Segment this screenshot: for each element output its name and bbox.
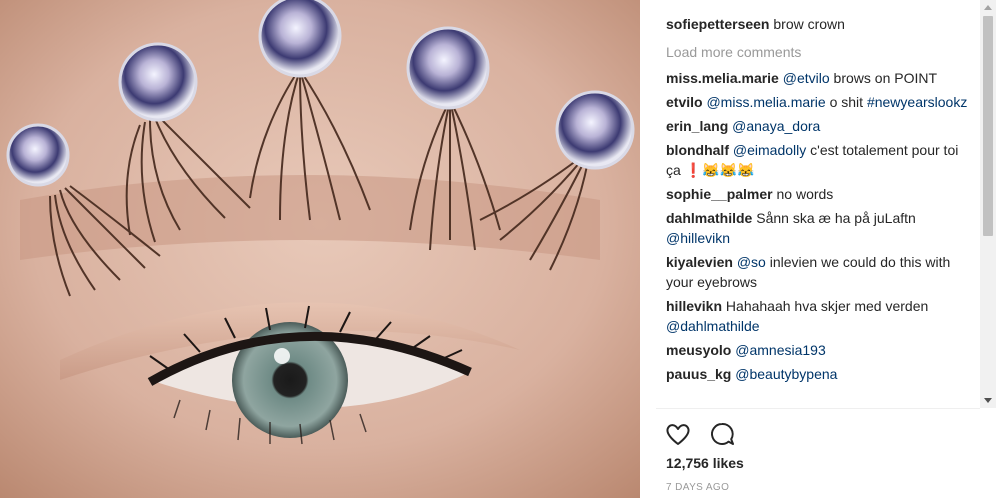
load-more-comments-link[interactable]: Load more comments xyxy=(666,42,975,62)
scroll-up-arrow-icon[interactable] xyxy=(984,5,992,10)
eye-brow-crown-image xyxy=(0,0,640,498)
comment-username[interactable]: hillevikn xyxy=(666,298,722,314)
comment-mention-link[interactable]: @so xyxy=(737,254,766,270)
comment-username[interactable]: pauus_kg xyxy=(666,366,731,382)
comment-username[interactable]: kiyalevien xyxy=(666,254,733,270)
comment-row: etvilo @miss.melia.marie o shit #newyear… xyxy=(666,92,975,112)
comment-mention-link[interactable]: @miss.melia.marie xyxy=(706,94,825,110)
comment-text: no words xyxy=(776,186,834,202)
comment-bubble-icon xyxy=(711,423,734,445)
post-photo[interactable] xyxy=(0,0,640,498)
comments-list[interactable]: sofiepetterseen brow crown Load more com… xyxy=(640,0,983,408)
comment-row: dahlmathilde Sånn ska æ ha på juLaftn @h… xyxy=(666,208,975,248)
scroll-down-arrow-icon[interactable] xyxy=(984,398,992,403)
post-actions xyxy=(664,420,736,448)
post-timestamp[interactable]: 7 DAYS AGO xyxy=(666,482,729,493)
comment-row: erin_lang @anaya_dora xyxy=(666,116,975,136)
comment-username[interactable]: etvilo xyxy=(666,94,703,110)
comment-text: o shit xyxy=(825,94,867,110)
comment-mention-link[interactable]: @dahlmathilde xyxy=(666,318,760,334)
comment-mention-link[interactable]: @beautybypena xyxy=(735,366,837,382)
comment-username[interactable]: meusyolo xyxy=(666,342,731,358)
comment-username[interactable]: dahlmathilde xyxy=(666,210,752,226)
comment-mention-link[interactable]: @eimadolly xyxy=(733,142,806,158)
comment-text: brows on POINT xyxy=(829,70,938,86)
like-button[interactable] xyxy=(664,420,692,448)
comment-row: hillevikn Hahahaah hva skjer med verden … xyxy=(666,296,975,336)
comment-mention-link[interactable]: @anaya_dora xyxy=(732,118,820,134)
post-caption: sofiepetterseen brow crown xyxy=(666,14,975,34)
comment-row: miss.melia.marie @etvilo brows on POINT xyxy=(666,68,975,88)
comment-username[interactable]: blondhalf xyxy=(666,142,729,158)
comment-text: Hahahaah hva skjer med verden xyxy=(725,298,929,314)
divider xyxy=(656,408,980,409)
comment-text: Sånn ska æ ha på juLaftn xyxy=(756,210,916,226)
likes-count[interactable]: 12,756 likes xyxy=(666,455,744,471)
comments-scrollbar[interactable] xyxy=(980,0,996,408)
comment-row: kiyalevien @so inlevien we could do this… xyxy=(666,252,975,292)
author-username[interactable]: sofiepetterseen xyxy=(666,16,769,32)
comment-row: sophie__palmer no words xyxy=(666,184,975,204)
comment-mention-link[interactable]: @amnesia193 xyxy=(735,342,826,358)
scrollbar-thumb[interactable] xyxy=(983,16,993,236)
comment-button[interactable] xyxy=(708,420,736,448)
comment-mention-link[interactable]: #newyearslookz xyxy=(867,94,967,110)
caption-text: brow crown xyxy=(773,16,845,32)
comment-row: meusyolo @amnesia193 xyxy=(666,340,975,360)
comment-username[interactable]: erin_lang xyxy=(666,118,728,134)
comment-username[interactable]: sophie__palmer xyxy=(666,186,773,202)
comment-mention-link[interactable]: @hillevikn xyxy=(666,230,730,246)
comment-mention-link[interactable]: @etvilo xyxy=(783,70,830,86)
heart-icon xyxy=(666,424,690,445)
comment-row: blondhalf @eimadolly c'est totalement po… xyxy=(666,140,975,180)
comment-row: pauus_kg @beautybypena xyxy=(666,364,975,384)
comment-username[interactable]: miss.melia.marie xyxy=(666,70,779,86)
